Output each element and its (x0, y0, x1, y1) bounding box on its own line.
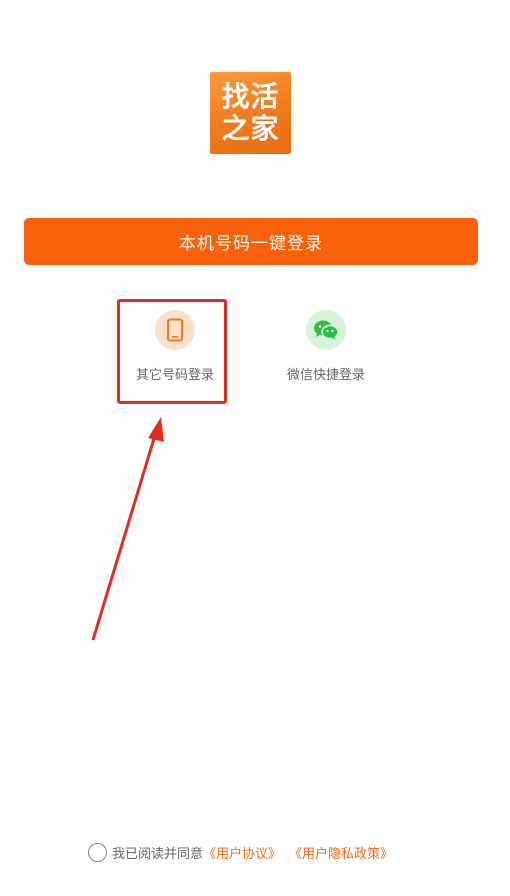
wechat-login-label: 微信快捷登录 (286, 368, 365, 383)
wechat-icon (314, 320, 339, 340)
one-click-login-label: 本机号码一键登录 (179, 234, 323, 254)
agreement-prefix: 我已阅读并同意 (112, 847, 204, 862)
privacy-policy-link[interactable]: 《用户隐私政策》 (289, 843, 393, 862)
annotation-highlight-box (117, 299, 227, 404)
wechat-icon-circle[interactable] (306, 310, 346, 350)
logo-line-1: 找活 (221, 80, 280, 113)
user-agreement-link[interactable]: 《用户协议》 (203, 843, 281, 862)
wechat-login-option[interactable]: 微信快捷登录 (271, 310, 381, 383)
logo-line-2: 之家 (221, 112, 280, 145)
agree-radio[interactable] (88, 843, 107, 862)
one-click-login-button[interactable]: 本机号码一键登录 (24, 218, 478, 265)
agreement-row: 我已阅读并同意 《用户协议》 《用户隐私政策》 (88, 843, 393, 862)
login-screen: 找活 之家 本机号码一键登录 其它号码登录 微信快捷登录 我已阅读并同意 《用户… (0, 0, 510, 896)
app-logo: 找活 之家 (210, 72, 291, 154)
